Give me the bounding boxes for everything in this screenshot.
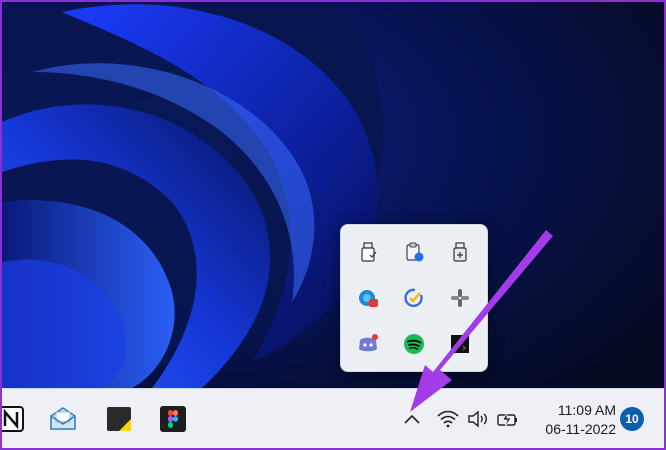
taskbar-clock[interactable]: 11:09 AM 06-11-2022 bbox=[536, 401, 616, 439]
volume-icon bbox=[468, 410, 487, 428]
tray-item-slack[interactable] bbox=[437, 275, 483, 321]
tray-battery[interactable] bbox=[496, 408, 520, 430]
notification-count: 10 bbox=[625, 412, 639, 426]
discord-icon bbox=[359, 334, 378, 352]
taskbar-app-figma[interactable] bbox=[158, 404, 188, 434]
usb-drive-icon bbox=[361, 242, 377, 262]
tray-item-clipboard-sync[interactable] bbox=[391, 229, 437, 275]
clipboard-sync-icon bbox=[406, 242, 424, 262]
usb-eject-icon bbox=[453, 242, 467, 262]
tray-item-usb-drive[interactable] bbox=[345, 229, 391, 275]
notification-count-badge[interactable]: 10 bbox=[620, 407, 644, 431]
tray-overflow-chevron[interactable] bbox=[400, 408, 424, 430]
tray-overflow-flyout bbox=[340, 224, 488, 372]
tray-wifi[interactable] bbox=[436, 408, 460, 430]
desktop-screen: 11:09 AM 06-11-2022 10 bbox=[2, 2, 664, 448]
sticky-notes-icon bbox=[107, 407, 131, 431]
desktop-wallpaper bbox=[2, 2, 664, 388]
taskbar: 11:09 AM 06-11-2022 10 bbox=[2, 388, 664, 448]
battery-charging-icon bbox=[497, 411, 517, 428]
figma-icon bbox=[160, 406, 186, 432]
tray-volume[interactable] bbox=[466, 408, 490, 430]
notion-icon bbox=[2, 406, 24, 432]
app-black-square-icon bbox=[451, 335, 469, 353]
taskbar-app-sticky-notes[interactable] bbox=[104, 404, 134, 434]
slack-icon bbox=[451, 289, 469, 307]
tray-item-edge[interactable] bbox=[345, 275, 391, 321]
spotify-icon bbox=[404, 334, 424, 354]
taskbar-app-mail[interactable] bbox=[48, 404, 78, 434]
chevron-up-icon bbox=[404, 414, 420, 424]
todo-check-icon bbox=[404, 288, 423, 308]
wifi-icon bbox=[437, 410, 459, 428]
clock-time: 11:09 AM bbox=[557, 402, 616, 418]
clock-date: 06-11-2022 bbox=[545, 421, 616, 437]
edge-red-badge-icon bbox=[359, 290, 378, 307]
tray-item-discord[interactable] bbox=[345, 321, 391, 367]
tray-item-usb-eject[interactable] bbox=[437, 229, 483, 275]
mail-icon bbox=[50, 407, 76, 430]
tray-item-black-app[interactable] bbox=[437, 321, 483, 367]
taskbar-app-notion[interactable] bbox=[2, 404, 26, 434]
tray-item-todo[interactable] bbox=[391, 275, 437, 321]
tray-item-spotify[interactable] bbox=[391, 321, 437, 367]
